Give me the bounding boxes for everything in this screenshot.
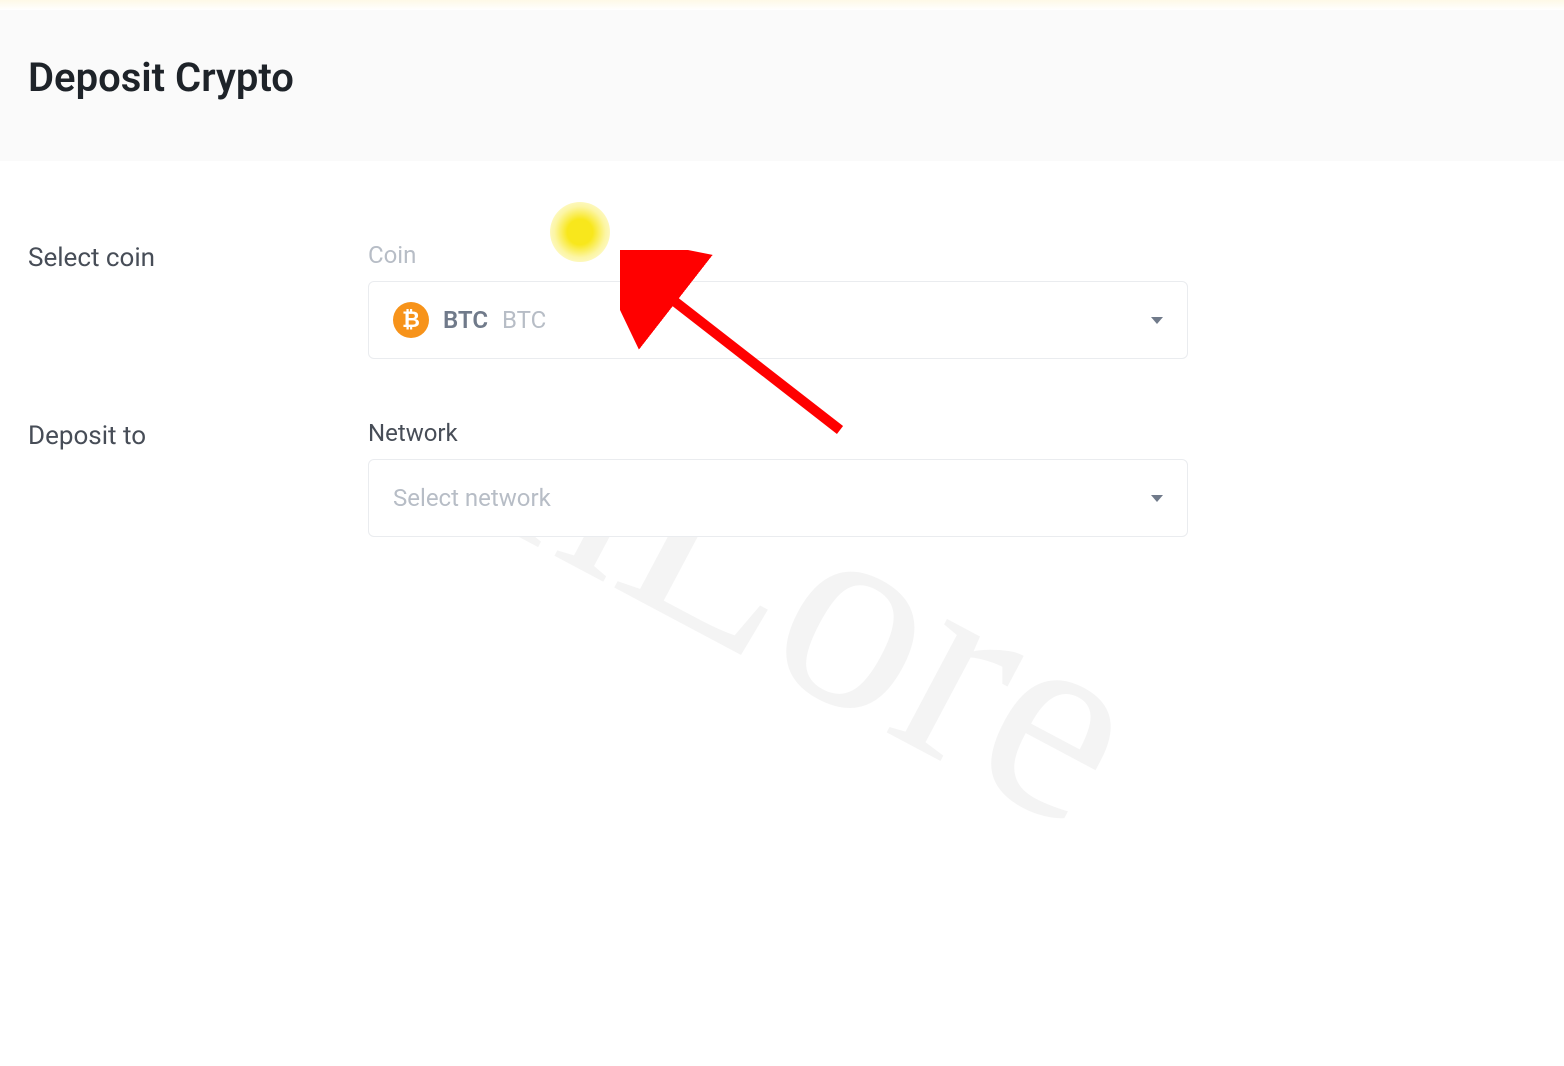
select-coin-label: Select coin [28, 241, 368, 273]
network-field-label: Network [368, 419, 1188, 447]
deposit-to-label: Deposit to [28, 419, 368, 451]
bitcoin-icon: ₿ [393, 302, 429, 338]
chevron-down-icon [1151, 495, 1163, 502]
chevron-down-icon [1151, 317, 1163, 324]
network-field-group: Network Select network [368, 419, 1188, 537]
network-placeholder: Select network [393, 484, 551, 512]
network-select-value: Select network [393, 484, 551, 512]
coin-field-group: Coin ₿ BTC BTC [368, 241, 1188, 359]
top-accent-bar [0, 0, 1564, 10]
deposit-to-row: Deposit to Network Select network [28, 419, 1536, 537]
coin-symbol: BTC [443, 306, 488, 334]
deposit-form: Select coin Coin ₿ BTC BTC Deposit to Ne… [0, 161, 1564, 537]
page-title: Deposit Crypto [28, 54, 1536, 101]
coin-name: BTC [502, 306, 546, 334]
coin-select-value: ₿ BTC BTC [393, 302, 546, 338]
coin-select[interactable]: ₿ BTC BTC [368, 281, 1188, 359]
select-coin-row: Select coin Coin ₿ BTC BTC [28, 241, 1536, 359]
network-select[interactable]: Select network [368, 459, 1188, 537]
page-header: Deposit Crypto [0, 10, 1564, 161]
coin-field-label: Coin [368, 241, 1188, 269]
